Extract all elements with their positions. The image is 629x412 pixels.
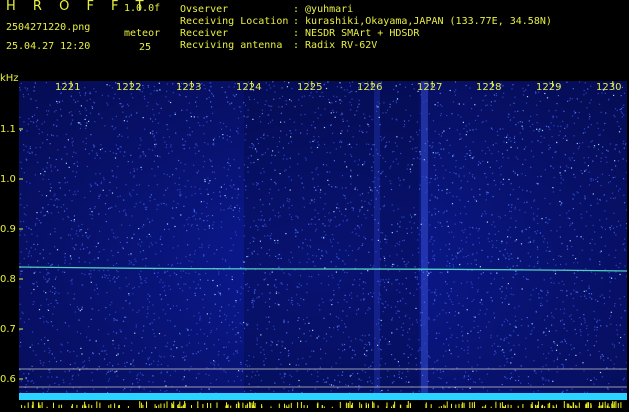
location-key: Receiving Location (180, 16, 288, 27)
x-tick-1225: 1225 (297, 82, 322, 93)
vertical-band (421, 81, 428, 393)
receiver-key: Receiver (180, 28, 228, 39)
x-tick-1224: 1224 (236, 82, 261, 93)
mode-label: meteor (124, 28, 160, 39)
y-tick-0-7: 0.7 (0, 324, 16, 335)
y-tick-0-9: 0.9 (0, 224, 16, 235)
spectrogram-plot (19, 81, 627, 393)
x-tick-1226: 1226 (357, 82, 382, 93)
dark-band (244, 81, 419, 393)
y-tick-0-8: 0.8 (0, 274, 16, 285)
frequency-unit-label: kHz (0, 73, 19, 84)
filename-label: 2504271220.png (6, 22, 90, 33)
x-tick-1229: 1229 (536, 82, 561, 93)
observer-key: Ovserver (180, 4, 228, 15)
meteor-count: 25 (139, 42, 151, 53)
y-tick-1-1: 1.1 (0, 124, 16, 135)
signal-level-bar (19, 393, 627, 400)
vertical-band (374, 81, 380, 393)
x-tick-1222: 1222 (116, 82, 141, 93)
spectrogram-canvas (19, 81, 627, 393)
x-tick-1223: 1223 (176, 82, 201, 93)
x-tick-1228: 1228 (476, 82, 501, 93)
y-tick-1-0: 1.0 (0, 174, 16, 185)
y-tick-0-6: 0.6 (0, 374, 16, 385)
observer-value: : @yuhmari (293, 4, 353, 15)
signal-level-peaks (19, 401, 627, 408)
datetime-label: 25.04.27 12:20 (6, 41, 90, 52)
location-value: : kurashiki,Okayama,JAPAN (133.77E, 34.5… (293, 16, 552, 27)
x-tick-1227: 1227 (417, 82, 442, 93)
x-tick-1230: 1230 (596, 82, 621, 93)
x-tick-1221: 1221 (55, 82, 80, 93)
antenna-value: : Radix RV-62V (293, 40, 377, 51)
receiver-value: : NESDR SMArt + HDSDR (293, 28, 419, 39)
antenna-key: Recviving antenna (180, 40, 282, 51)
version-label: 1.0.0f (124, 3, 160, 14)
